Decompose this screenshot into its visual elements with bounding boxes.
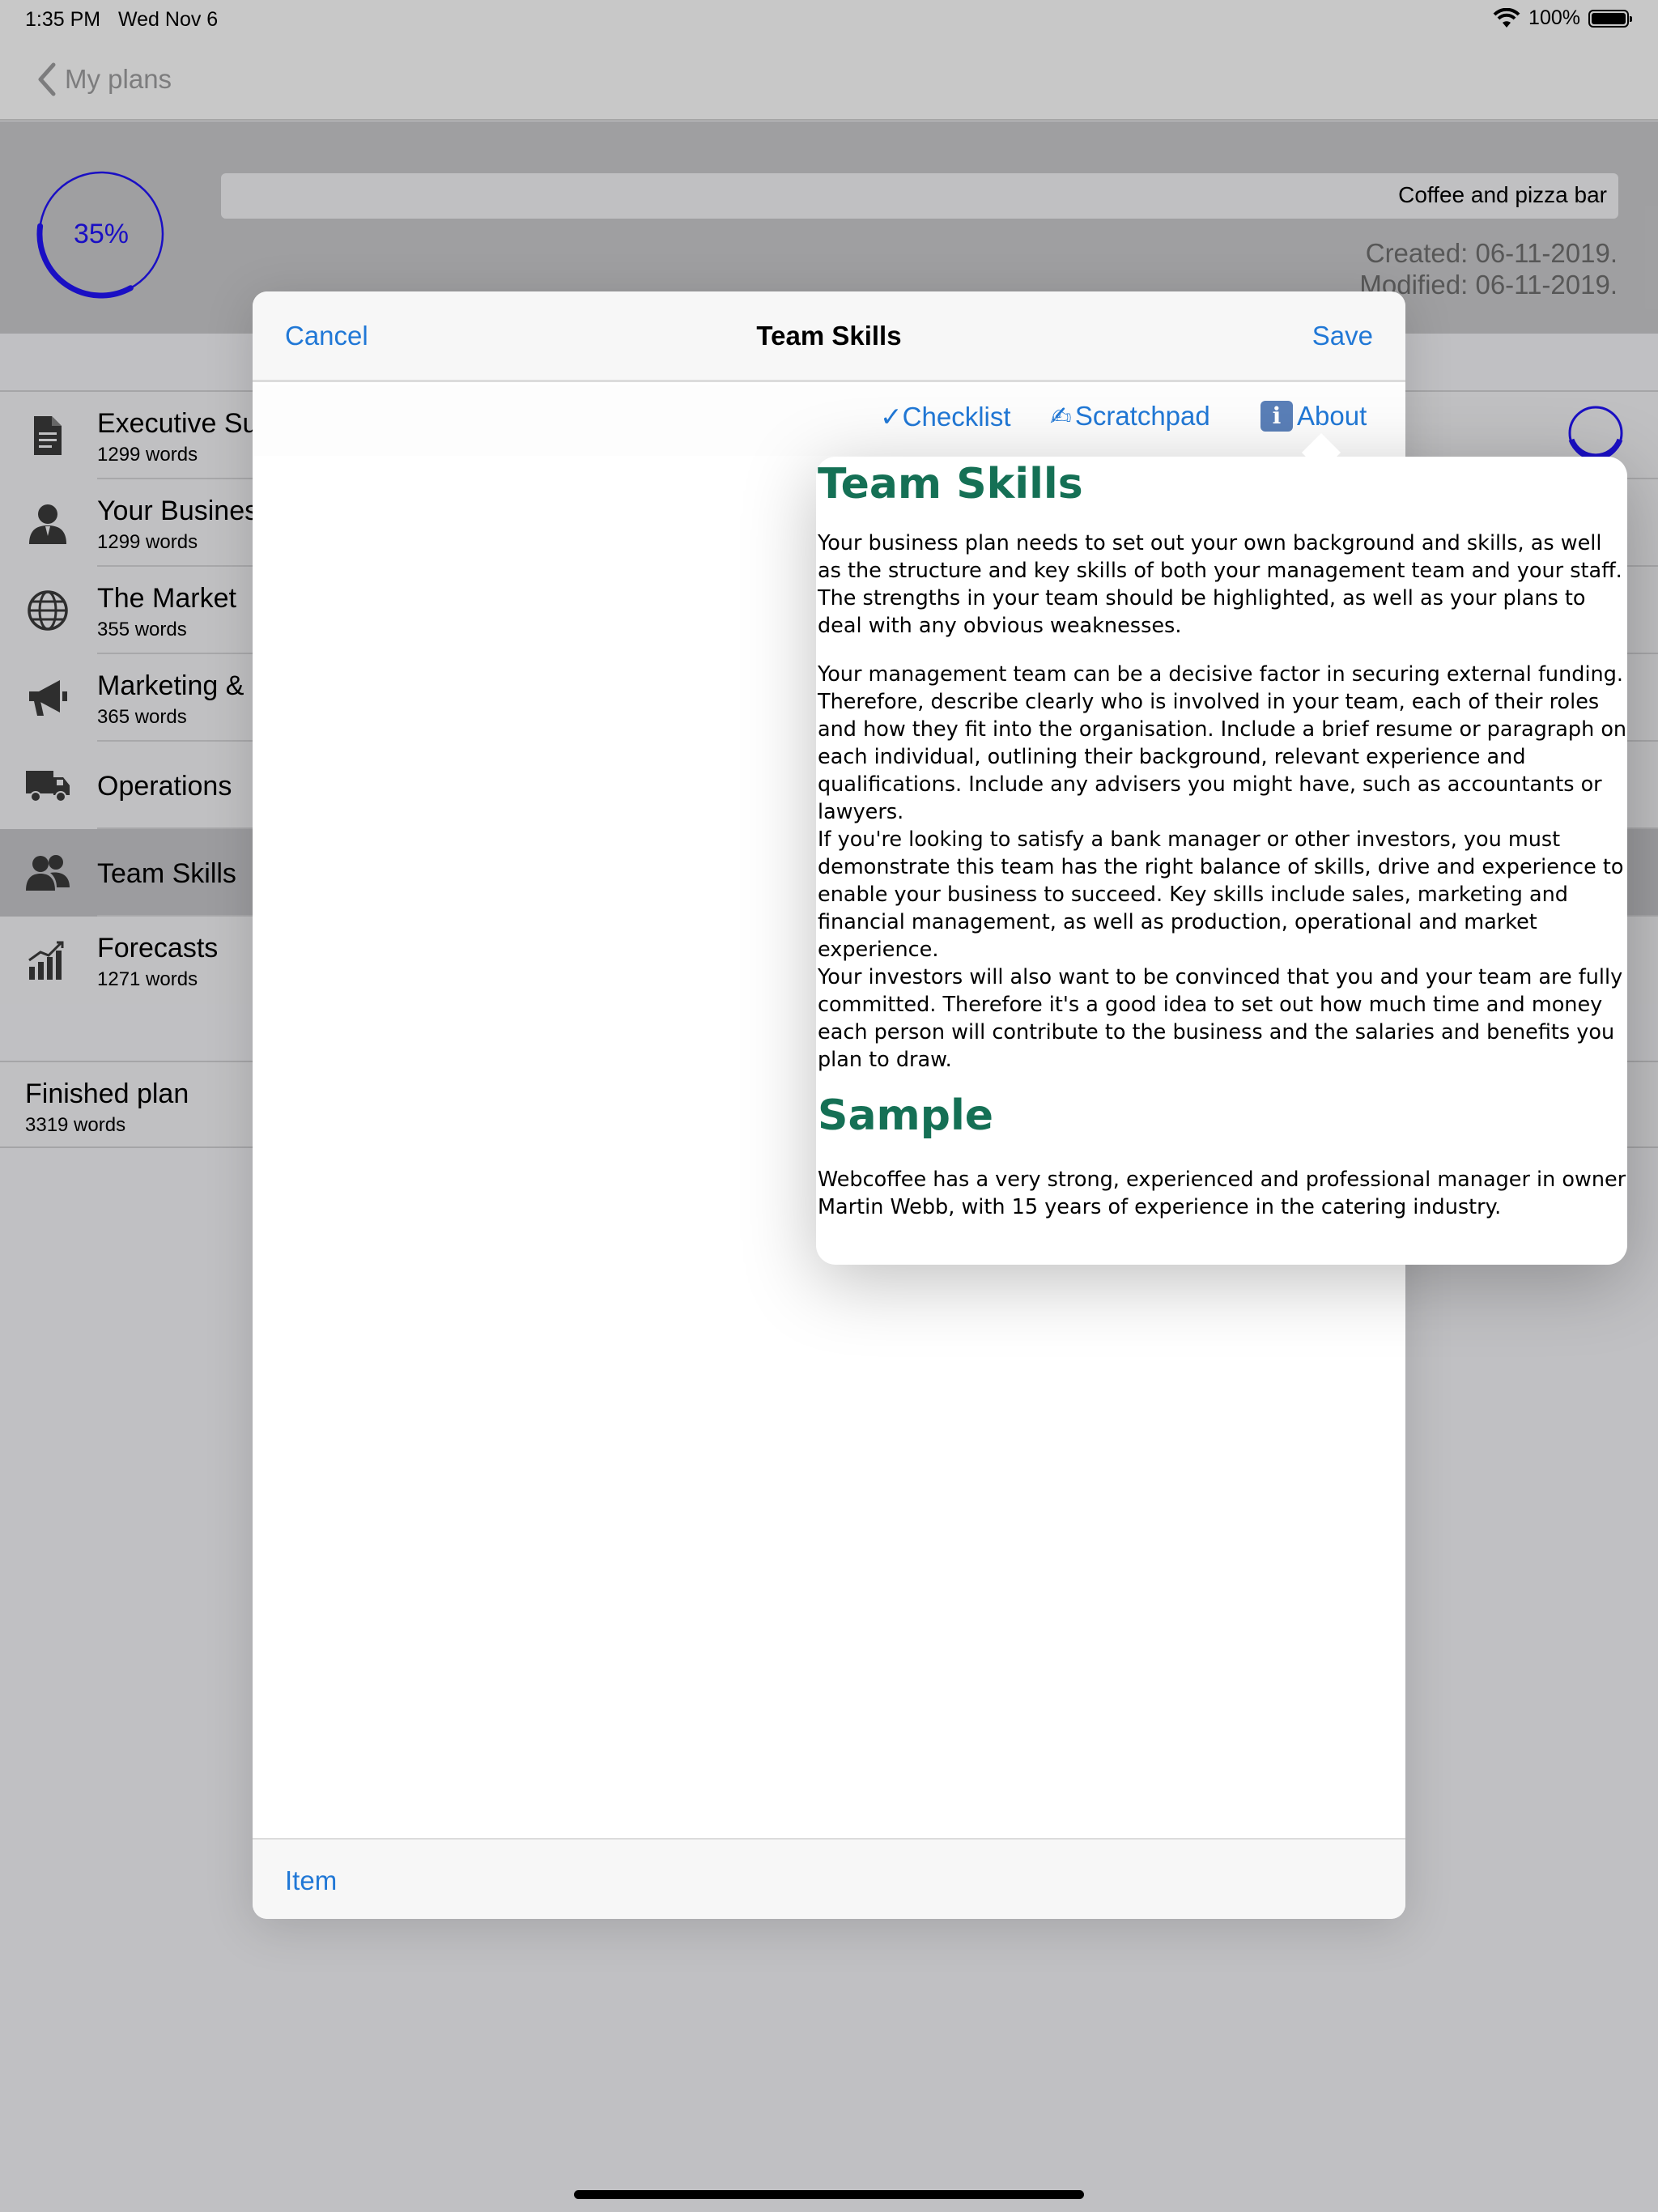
about-popover: Team Skills Your business plan needs to … [816,457,1627,1265]
modal-toolbar: ✓Checklist ✍ Scratchpad i About [253,385,1405,456]
writing-hand-icon: ✍ [1050,402,1072,431]
save-button[interactable]: Save [1312,321,1373,351]
cancel-button[interactable]: Cancel [285,321,368,351]
item-button[interactable]: Item [285,1865,337,1896]
modal-navigation-bar: Team Skills Cancel Save [253,291,1405,382]
home-indicator[interactable] [574,2190,1084,2199]
scratchpad-button[interactable]: ✍ Scratchpad [1050,401,1210,432]
checklist-button[interactable]: ✓Checklist [880,401,1011,432]
about-button[interactable]: i About [1261,401,1367,432]
modal-title: Team Skills [756,321,902,351]
popover-heading: Team Skills [818,460,1083,508]
info-icon: i [1261,401,1293,432]
modal-bottom-bar: Item [253,1838,1405,1919]
popover-paragraph: Your management team can be a decisive f… [818,662,1627,824]
popover-sample-heading: Sample [818,1091,994,1140]
scratchpad-label: Scratchpad [1074,401,1210,431]
popover-paragraph: If you're looking to satisfy a bank mana… [818,827,1624,962]
about-label: About [1297,401,1367,431]
popover-paragraph: Your business plan needs to set out your… [818,531,1622,638]
popover-paragraph: Your investors will also want to be conv… [818,965,1623,1072]
popover-sample-text: Webcoffee has a very strong, experienced… [818,1168,1626,1219]
